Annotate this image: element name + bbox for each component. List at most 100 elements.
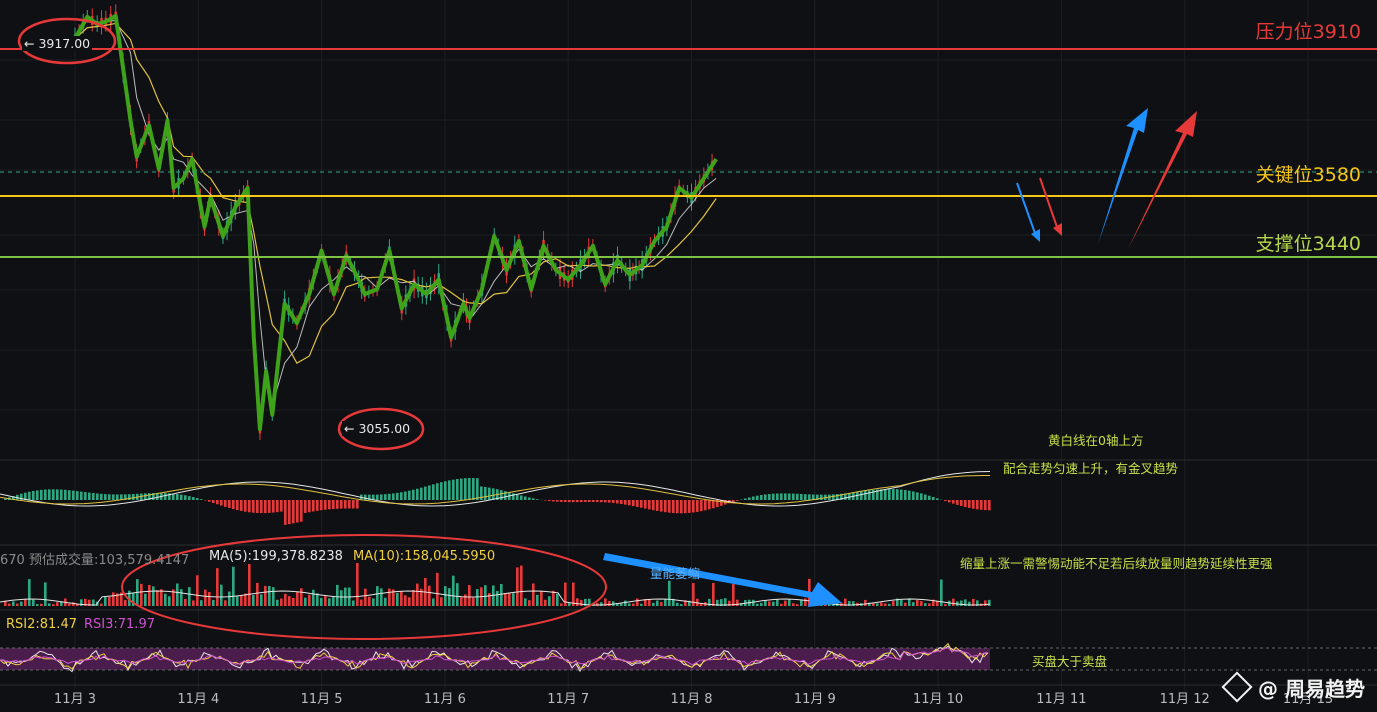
macd-bar — [776, 493, 779, 500]
volume-bar — [924, 603, 927, 606]
volume-bar — [652, 602, 655, 606]
volume-bar — [660, 602, 663, 606]
volume-bar — [452, 575, 455, 606]
macd-bar — [616, 500, 619, 504]
volume-bar — [920, 601, 923, 606]
volume-bar — [544, 599, 547, 606]
macd-bar — [180, 494, 183, 500]
macd-bar — [296, 500, 299, 523]
macd-note-2: 配合走势匀速上升，有金叉趋势 — [1003, 461, 1179, 476]
volume-bar — [952, 598, 955, 606]
x-tick-label: 11月 8 — [670, 692, 713, 707]
blue-down-arrow — [1016, 182, 1037, 237]
volume-bar — [292, 597, 295, 606]
volume-bar — [516, 567, 519, 606]
volume-bar — [752, 599, 755, 606]
macd-bar — [456, 479, 459, 500]
macd-bar — [64, 489, 67, 500]
macd-bar — [44, 489, 47, 500]
macd-bar — [820, 494, 823, 500]
x-tick-label: 11月 12 — [1159, 692, 1210, 707]
volume-bar — [228, 591, 231, 606]
volume-bar — [140, 583, 143, 606]
volume-bar — [620, 603, 623, 606]
volume-bar — [260, 594, 263, 606]
macd-bar — [92, 493, 95, 500]
volume-bar — [352, 600, 355, 606]
macd-bar — [644, 500, 647, 509]
volume-bar — [28, 579, 31, 606]
volume-bar — [648, 599, 651, 606]
macd-bar — [392, 493, 395, 500]
macd-bar — [932, 497, 935, 500]
volume-bar — [784, 600, 787, 606]
macd-bar — [220, 500, 223, 506]
macd-bar — [652, 500, 655, 511]
volume-bar — [388, 588, 391, 606]
volume-bar — [372, 598, 375, 606]
volume-bar — [284, 593, 287, 606]
volume-bar — [328, 598, 331, 606]
candles — [73, 4, 714, 440]
volume-bar — [984, 600, 987, 606]
macd-bar — [100, 493, 103, 500]
volume-bar — [308, 594, 311, 606]
macd-bar — [28, 491, 31, 500]
volume-bar — [668, 580, 671, 606]
forecast-arrows — [1016, 108, 1197, 249]
volume-bar — [256, 582, 259, 606]
macd-bar — [300, 500, 303, 522]
macd-bar — [348, 500, 351, 509]
macd-bar — [680, 500, 683, 514]
volume-bar — [488, 593, 491, 606]
volume-bar — [100, 603, 103, 606]
volume-bar — [768, 601, 771, 606]
volume-bar — [416, 583, 419, 606]
macd-bar — [764, 494, 767, 500]
macd-bar — [340, 500, 343, 509]
macd-bar — [988, 500, 991, 511]
macd-bar — [236, 500, 239, 511]
volume-bar — [368, 596, 371, 606]
volume-bar — [900, 599, 903, 606]
macd-bar — [292, 500, 295, 524]
macd-bar — [800, 493, 803, 500]
macd-bar — [584, 500, 587, 503]
volume-bar — [500, 583, 503, 606]
macd-bar — [536, 499, 539, 500]
macd-bar — [500, 490, 503, 500]
macd-bar — [476, 478, 479, 500]
volume-bar — [552, 590, 555, 606]
volume-bar — [432, 598, 435, 606]
macd-bar — [512, 493, 515, 500]
macd-bar — [216, 500, 219, 505]
volume-bar — [312, 589, 315, 606]
volume-estimate: 670 预估成交量:103,579.4147 — [0, 553, 190, 568]
volume-bar — [560, 603, 563, 606]
volume-bar — [888, 603, 891, 606]
macd-bar — [440, 482, 443, 500]
macd-bar — [472, 478, 475, 500]
volume-bar — [636, 598, 639, 606]
macd-bar — [488, 487, 491, 500]
macd-bar — [548, 500, 551, 501]
macd-bar — [608, 500, 611, 503]
volume-bar — [208, 592, 211, 606]
macd-bar — [408, 490, 411, 500]
key-level-label: 关键位3580 — [1255, 164, 1361, 186]
macd-bar — [968, 500, 971, 508]
macd-bar — [736, 500, 739, 501]
macd-bar — [196, 498, 199, 500]
volume-bar — [296, 591, 299, 606]
macd-bar — [572, 500, 575, 503]
macd-bar — [376, 494, 379, 500]
macd-bar — [524, 496, 527, 500]
macd-bar — [760, 495, 763, 500]
macd-bar — [264, 500, 267, 514]
volume-bar — [12, 601, 15, 606]
volume-bar — [788, 599, 791, 606]
macd-bar — [576, 500, 579, 503]
macd-bar — [904, 490, 907, 500]
x-tick-label: 11月 11 — [1036, 692, 1087, 707]
volume-bar — [504, 593, 507, 606]
